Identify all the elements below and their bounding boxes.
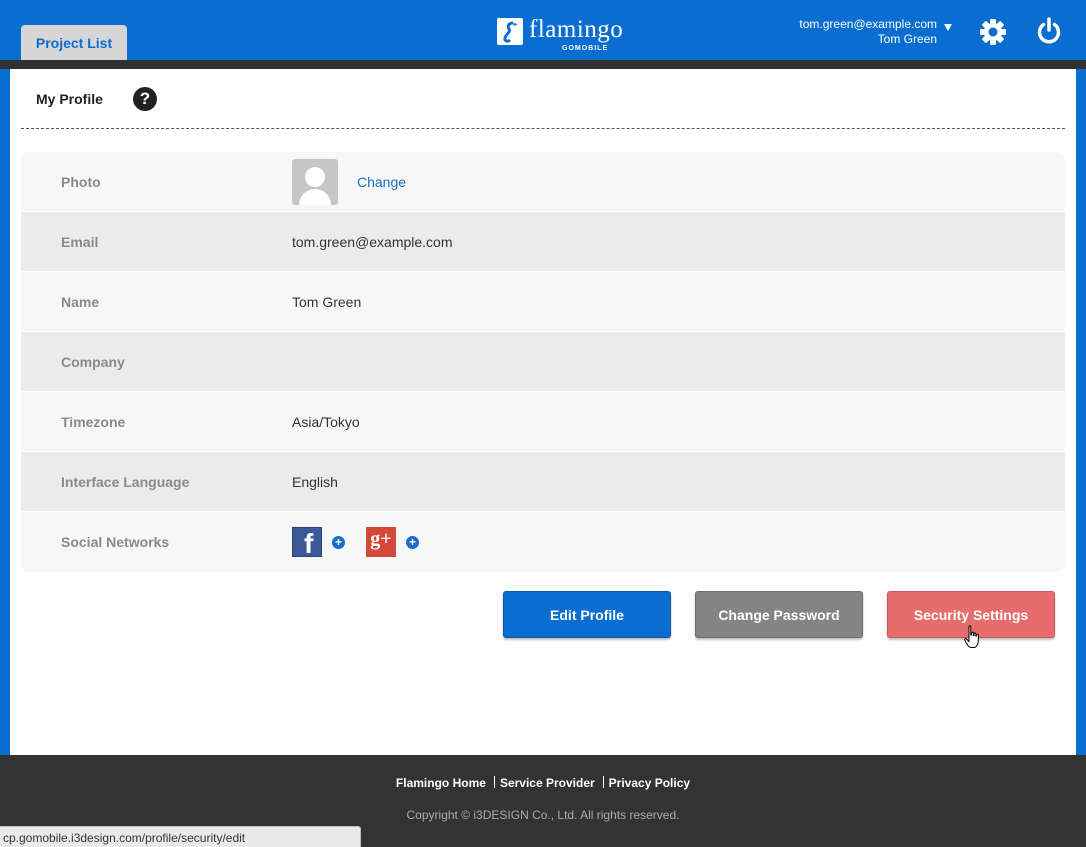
title-divider	[21, 128, 1065, 129]
table-row-company: Company	[21, 332, 1065, 392]
table-row-email: Email tom.green@example.com	[21, 212, 1065, 272]
header-divider	[0, 60, 1086, 69]
logo-subtext: GOMOBILE	[562, 45, 609, 52]
add-google-plus-icon[interactable]: +	[406, 535, 419, 549]
hand-cursor-icon	[964, 625, 982, 649]
row-label: Name	[61, 293, 100, 310]
row-label: Email	[61, 233, 99, 250]
user-email: tom.green@example.com	[799, 17, 937, 31]
row-value: Tom Green	[292, 293, 362, 310]
page-title: My Profile	[36, 91, 103, 107]
logo-mark-icon	[497, 18, 523, 45]
footer-separator	[493, 776, 495, 788]
google-plus-icon[interactable]: g+	[366, 527, 396, 557]
footer-link-service-provider[interactable]: Service Provider	[500, 776, 595, 790]
main-panel: My Profile ? Photo Change Email tom.gree…	[10, 69, 1076, 755]
row-label: Interface Language	[61, 473, 190, 490]
change-photo-link[interactable]: Change	[357, 174, 406, 190]
row-label: Company	[61, 353, 125, 370]
table-row-name: Name Tom Green	[21, 272, 1065, 332]
row-label: Timezone	[61, 413, 126, 430]
row-value: English	[292, 473, 338, 490]
app-header: Project List flamingo GOMOBILE tom.green…	[0, 0, 1086, 61]
flamingo-logo[interactable]: flamingo GOMOBILE	[496, 16, 626, 54]
user-menu[interactable]: tom.green@example.com Tom Green	[799, 17, 937, 47]
row-label: Photo	[61, 173, 101, 190]
add-facebook-icon[interactable]: +	[332, 535, 345, 549]
gear-icon[interactable]	[979, 18, 1007, 46]
user-name: Tom Green	[877, 32, 937, 46]
table-row-language: Interface Language English	[21, 452, 1065, 512]
power-icon[interactable]	[1036, 17, 1062, 45]
scrollbar[interactable]	[1076, 69, 1086, 755]
help-icon[interactable]: ?	[133, 87, 157, 111]
row-value: Asia/Tokyo	[292, 413, 360, 430]
footer-links: Flamingo Home Service Provider Privacy Pol…	[0, 776, 1086, 790]
table-row-timezone: Timezone Asia/Tokyo	[21, 392, 1065, 452]
footer-separator	[602, 776, 604, 788]
row-value: tom.green@example.com	[292, 233, 453, 250]
chevron-down-icon[interactable]	[944, 24, 952, 31]
footer-link-flamingo-home[interactable]: Flamingo Home	[396, 776, 486, 790]
change-password-button[interactable]: Change Password	[695, 591, 863, 638]
edit-profile-button[interactable]: Edit Profile	[503, 591, 671, 638]
table-row-social: Social Networks f + g+ +	[21, 512, 1065, 572]
facebook-icon[interactable]: f	[292, 527, 322, 557]
footer-link-privacy-policy[interactable]: Privacy Policy	[609, 776, 690, 790]
logo-text: flamingo	[529, 16, 624, 43]
table-row-photo: Photo Change	[21, 152, 1065, 212]
tab-project-list[interactable]: Project List	[21, 25, 127, 61]
avatar	[292, 158, 338, 205]
row-label: Social Networks	[61, 534, 170, 550]
status-bar-url: cp.gomobile.i3design.com/profile/securit…	[0, 826, 361, 847]
profile-table: Photo Change Email tom.green@example.com…	[21, 152, 1065, 572]
copyright: Copyright © i3DESIGN Co., Ltd. All right…	[406, 808, 680, 822]
